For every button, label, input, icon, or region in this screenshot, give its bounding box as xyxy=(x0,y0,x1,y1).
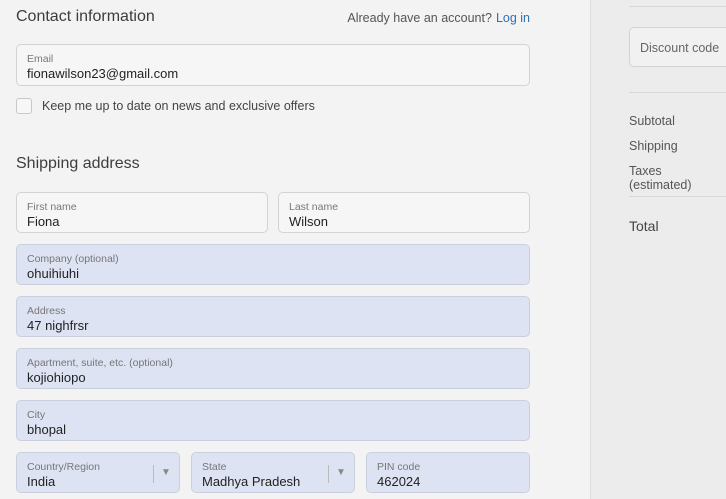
contact-title: Contact information xyxy=(16,8,155,25)
pin-code-value: 462024 xyxy=(377,474,421,489)
select-divider xyxy=(328,465,329,483)
subtotal-label: Subtotal xyxy=(629,114,675,128)
checkout-form-panel: Contact information Already have an acco… xyxy=(0,0,590,499)
last-name-field[interactable]: Last name Wilson xyxy=(278,192,530,233)
email-label: Email xyxy=(27,53,54,65)
country-label: Country/Region xyxy=(27,461,100,473)
apartment-label: Apartment, suite, etc. (optional) xyxy=(27,357,173,369)
order-summary-panel xyxy=(590,0,726,499)
login-prompt-text: Already have an account? xyxy=(347,11,492,25)
state-value: Madhya Pradesh xyxy=(202,474,301,489)
state-label: State xyxy=(202,461,227,473)
chevron-down-icon: ▼ xyxy=(336,467,346,478)
taxes-label: Taxes (estimated) xyxy=(629,164,692,192)
discount-placeholder: Discount code xyxy=(640,41,720,55)
apartment-value: kojiohiopo xyxy=(27,370,86,385)
shipping-label: Shipping xyxy=(629,139,678,153)
shipping-title: Shipping address xyxy=(16,155,140,172)
email-field[interactable]: Email fionawilson23@gmail.com xyxy=(16,44,530,86)
company-value: ohuihiuhi xyxy=(27,266,80,281)
last-name-value: Wilson xyxy=(289,214,329,229)
address-label: Address xyxy=(27,305,66,317)
discount-code-input[interactable]: Discount code xyxy=(629,27,726,67)
city-field[interactable]: City bhopal xyxy=(16,400,530,441)
summary-divider xyxy=(629,6,726,7)
first-name-label: First name xyxy=(27,201,77,213)
pin-code-label: PIN code xyxy=(377,461,421,473)
city-label: City xyxy=(27,409,46,421)
company-field[interactable]: Company (optional) ohuihiuhi xyxy=(16,244,530,285)
address-field[interactable]: Address 47 nighfrsr xyxy=(16,296,530,337)
country-select[interactable]: Country/Region India ▼ xyxy=(16,452,180,493)
newsletter-label: Keep me up to date on news and exclusive… xyxy=(42,99,315,113)
total-label: Total xyxy=(629,218,659,234)
state-select[interactable]: State Madhya Pradesh ▼ xyxy=(191,452,355,493)
newsletter-checkbox[interactable] xyxy=(16,98,32,114)
country-value: India xyxy=(27,474,56,489)
summary-divider xyxy=(629,92,726,93)
select-divider xyxy=(153,465,154,483)
chevron-down-icon: ▼ xyxy=(161,467,171,478)
city-value: bhopal xyxy=(27,422,67,437)
apartment-field[interactable]: Apartment, suite, etc. (optional) kojioh… xyxy=(16,348,530,389)
last-name-label: Last name xyxy=(289,201,339,213)
address-value: 47 nighfrsr xyxy=(27,318,89,333)
login-link[interactable]: Log in xyxy=(496,11,530,25)
email-value: fionawilson23@gmail.com xyxy=(27,66,179,81)
first-name-field[interactable]: First name Fiona xyxy=(16,192,268,233)
company-label: Company (optional) xyxy=(27,253,119,265)
first-name-value: Fiona xyxy=(27,214,60,229)
summary-divider xyxy=(629,196,726,197)
pin-code-field[interactable]: PIN code 462024 xyxy=(366,452,530,493)
login-prompt: Already have an account? Log in xyxy=(347,11,530,25)
